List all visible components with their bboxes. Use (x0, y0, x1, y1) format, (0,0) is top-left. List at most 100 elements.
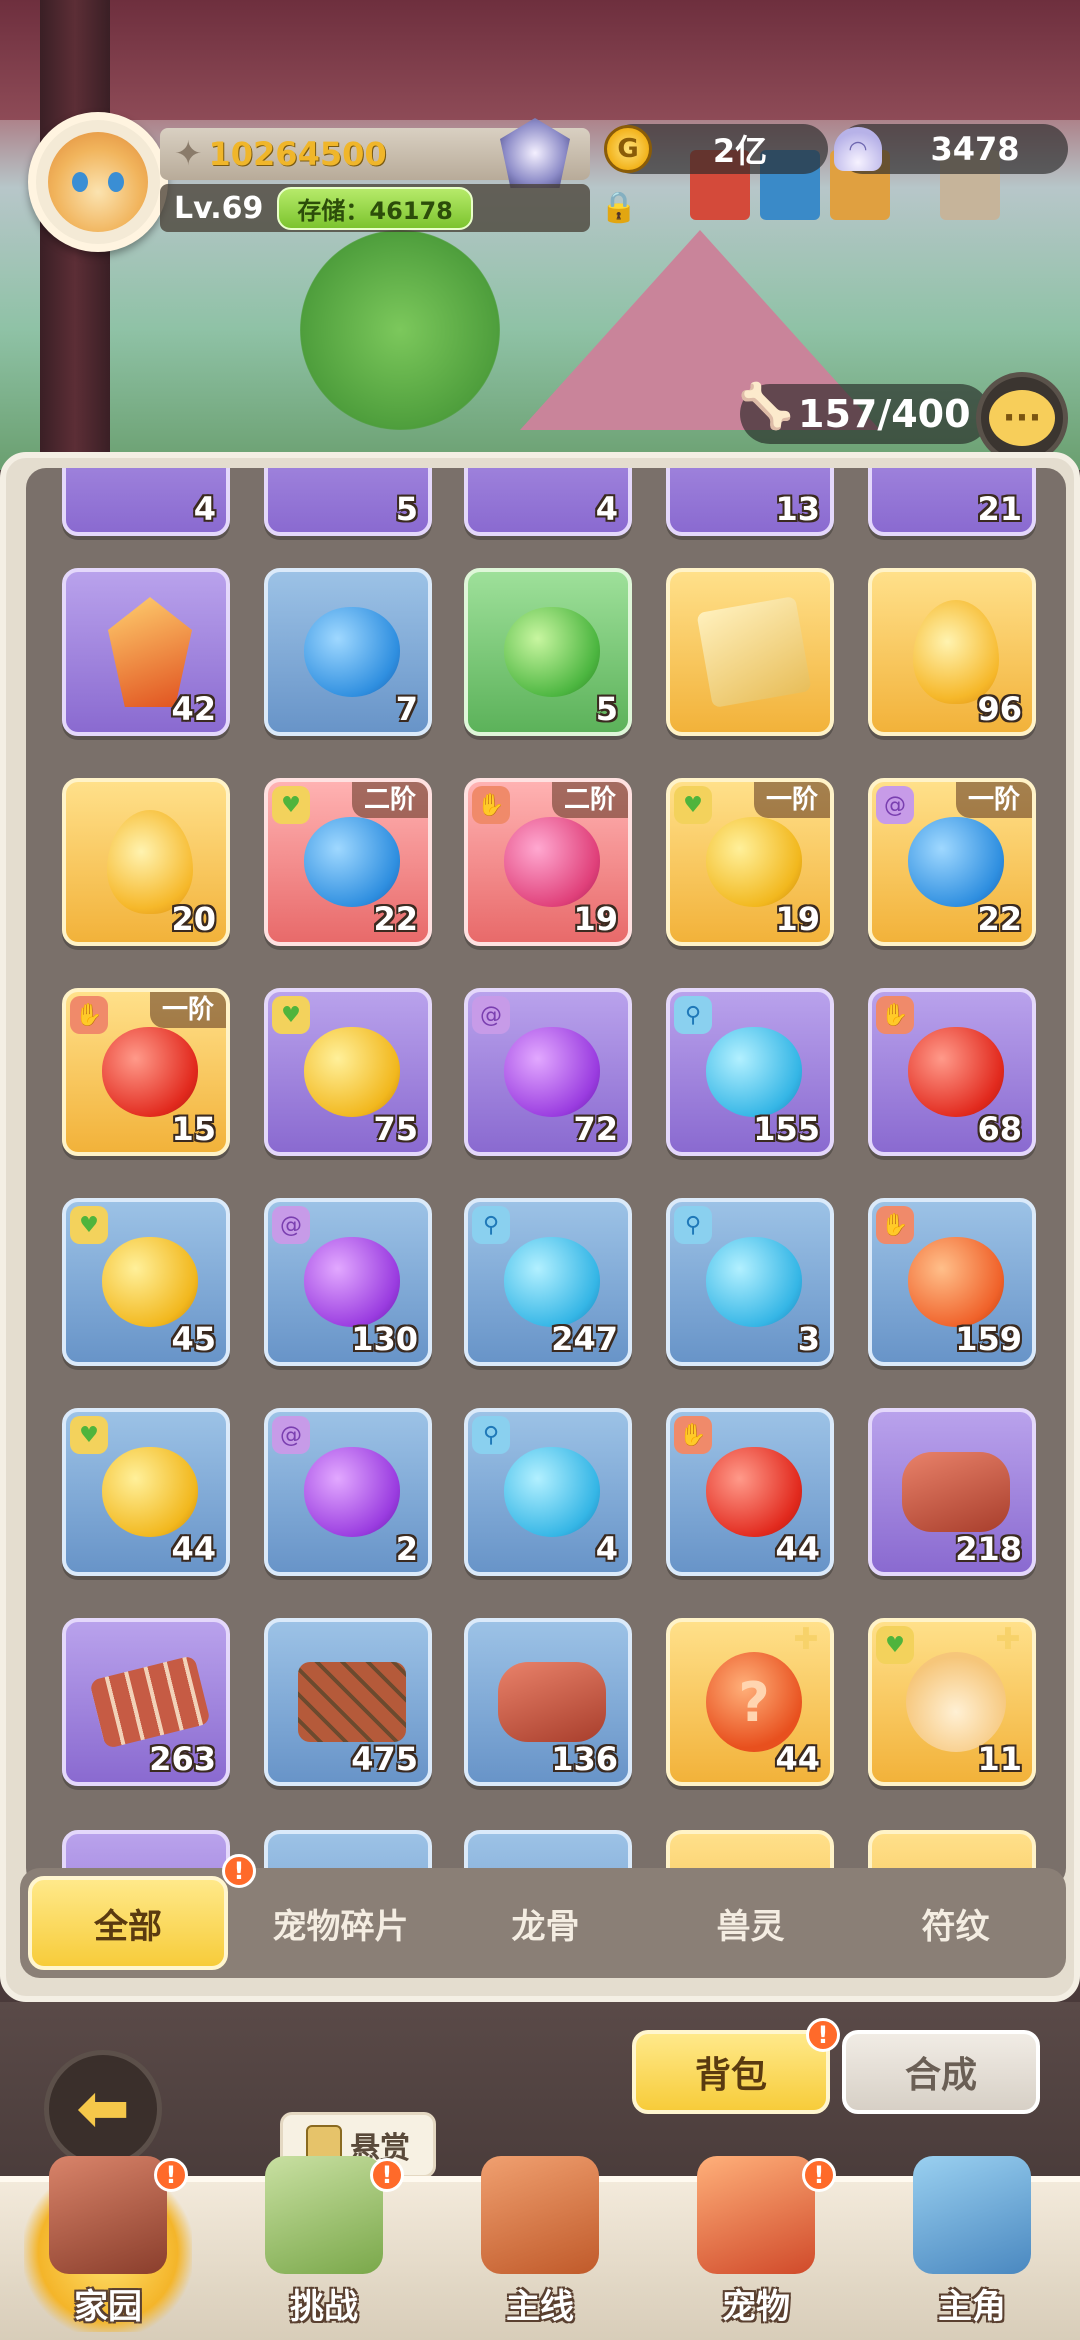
chat-button[interactable]: ··· (976, 372, 1068, 464)
inventory-item[interactable]: 218 (868, 1408, 1036, 1576)
inventory-item[interactable]: 一阶 ♥ 19 (666, 778, 834, 946)
pearl-currency[interactable]: ◠ 3478 (834, 124, 1068, 174)
home-icon (49, 2156, 167, 2274)
item-count: 475 (351, 1740, 418, 1778)
item-count: 263 (149, 1740, 216, 1778)
item-count: 13 (775, 490, 820, 528)
inventory-item[interactable]: @2 (264, 1408, 432, 1576)
item-art (298, 1438, 406, 1546)
nav-hero[interactable]: 主角 (864, 2156, 1080, 2340)
inventory-item[interactable]: 96 (868, 568, 1036, 736)
inventory-item[interactable]: ♥ 44 (62, 1408, 230, 1576)
yellow-fruit-icon (706, 817, 802, 907)
tab-4[interactable]: 符纹 (853, 1876, 1058, 1970)
inventory-item[interactable]: 475 (264, 1618, 432, 1786)
item-count: 68 (977, 1110, 1022, 1148)
item-count: 11 (977, 1740, 1022, 1778)
gold-currency[interactable]: G 2亿 (604, 124, 828, 174)
merge-button[interactable]: 合成 (842, 2030, 1040, 2114)
inventory-item[interactable]: ⚲ 247 (464, 1198, 632, 1366)
back-button[interactable]: ⬅ (44, 2050, 162, 2168)
inventory-item-partial[interactable]: 4 (62, 468, 230, 536)
item-count: 21 (977, 490, 1022, 528)
blue-fruit-icon (908, 817, 1004, 907)
claw-element-icon: ✋ (876, 1206, 914, 1244)
inventory-item[interactable]: ♥ 75 (264, 988, 432, 1156)
inventory-item[interactable]: 5 (464, 568, 632, 736)
nav-pet[interactable]: 宠物! (648, 2156, 864, 2340)
inventory-item-partial[interactable]: 4 (464, 468, 632, 536)
inventory-item[interactable]: 20 (62, 778, 230, 946)
yellow-fruit-icon (102, 1447, 198, 1537)
claw-element-icon: ✋ (472, 786, 510, 824)
hero-icon (913, 2156, 1031, 2274)
bone-icon: 🦴 (738, 381, 794, 432)
inventory-item[interactable]: ✋ 159 (868, 1198, 1036, 1366)
inventory-item[interactable]: ♥ 45 (62, 1198, 230, 1366)
inventory-panel: 4 5 4 13 21 42 7 5 96 20 二阶 ♥ 22 二阶 ✋ 19 一阶 ♥ 19 一阶 @22 一阶 ✋ 15… (0, 452, 1080, 2002)
item-art (700, 1228, 808, 1336)
challenge-icon (265, 2156, 383, 2274)
main-quest-icon (481, 2156, 599, 2274)
inventory-item[interactable]: @72 (464, 988, 632, 1156)
item-count: 4 (193, 490, 216, 528)
gold-coin-icon: G (604, 125, 652, 173)
inventory-item-partial[interactable]: 5 (264, 468, 432, 536)
item-count: 2 (395, 1530, 418, 1568)
item-art (696, 596, 812, 708)
key-element-icon: ⚲ (674, 1206, 712, 1244)
red-fruit-icon (706, 1447, 802, 1537)
inventory-item[interactable]: ⚲ 155 (666, 988, 834, 1156)
tab-3[interactable]: 兽灵 (648, 1876, 853, 1970)
inventory-item[interactable]: @130 (264, 1198, 432, 1366)
tier-label: 二阶 (551, 782, 628, 818)
category-tabs: 全部 宠物碎片 龙骨 兽灵 符纹! (20, 1854, 1066, 1978)
cyan-fruit-icon (706, 1237, 802, 1327)
tab-2[interactable]: 龙骨 (443, 1876, 648, 1970)
player-avatar[interactable] (28, 112, 168, 252)
golden-egg-icon (107, 810, 193, 914)
inventory-item[interactable]: ✋ 68 (868, 988, 1036, 1156)
inventory-grid[interactable]: 4 5 4 13 21 42 7 5 96 20 二阶 ♥ 22 二阶 ✋ 19 一阶 ♥ 19 一阶 @22 一阶 ✋ 15… (26, 468, 1066, 1888)
inventory-item[interactable]: ♥ ✚ 11 (868, 1618, 1036, 1786)
avatar-portrait (48, 132, 148, 232)
nav-main-quest[interactable]: 主线 (432, 2156, 648, 2340)
inventory-item-partial[interactable]: 13 (666, 468, 834, 536)
inventory-item[interactable]: 42 (62, 568, 230, 736)
inventory-item[interactable]: 一阶 ✋ 15 (62, 988, 230, 1156)
inventory-item[interactable]: 一阶 @22 (868, 778, 1036, 946)
item-count: 20 (171, 900, 216, 938)
item-count: 155 (753, 1110, 820, 1148)
item-count: 96 (977, 690, 1022, 728)
lock-icon: 🔒 (600, 190, 638, 225)
inventory-item[interactable]: 二阶 ♥ 22 (264, 778, 432, 946)
golden-egg-icon (913, 600, 999, 704)
nav-challenge[interactable]: 挑战! (216, 2156, 432, 2340)
tier-label: 一阶 (149, 992, 226, 1028)
item-count: 5 (595, 690, 618, 728)
palm-tree-decoration (300, 230, 500, 430)
mystery-egg-icon: ? (706, 1652, 802, 1752)
spiral-element-icon: @ (272, 1416, 310, 1454)
inventory-item[interactable]: 136 (464, 1618, 632, 1786)
item-count: 15 (171, 1110, 216, 1148)
inventory-item-partial[interactable]: 21 (868, 468, 1036, 536)
tab-1[interactable]: 宠物碎片 (238, 1876, 443, 1970)
inventory-item[interactable]: ⚲ 4 (464, 1408, 632, 1576)
inventory-item[interactable]: ? ✚ 44 (666, 1618, 834, 1786)
inventory-item[interactable]: ⚲ 3 (666, 1198, 834, 1366)
nav-home[interactable]: 家园! (0, 2156, 216, 2340)
inventory-item[interactable] (666, 568, 834, 736)
item-count: 44 (775, 1740, 820, 1778)
inventory-item[interactable]: ✋ 44 (666, 1408, 834, 1576)
item-count: 75 (373, 1110, 418, 1148)
bag-button[interactable]: 背包 (632, 2030, 830, 2114)
chat-icon: ··· (989, 390, 1055, 446)
nav-notification-badge: ! (802, 2158, 836, 2192)
pearl-value: 3478 (930, 130, 1020, 168)
item-count: 72 (573, 1110, 618, 1148)
inventory-item[interactable]: 二阶 ✋ 19 (464, 778, 632, 946)
inventory-item[interactable]: 7 (264, 568, 432, 736)
inventory-item[interactable]: 263 (62, 1618, 230, 1786)
tab-0[interactable]: 全部 (28, 1876, 228, 1970)
